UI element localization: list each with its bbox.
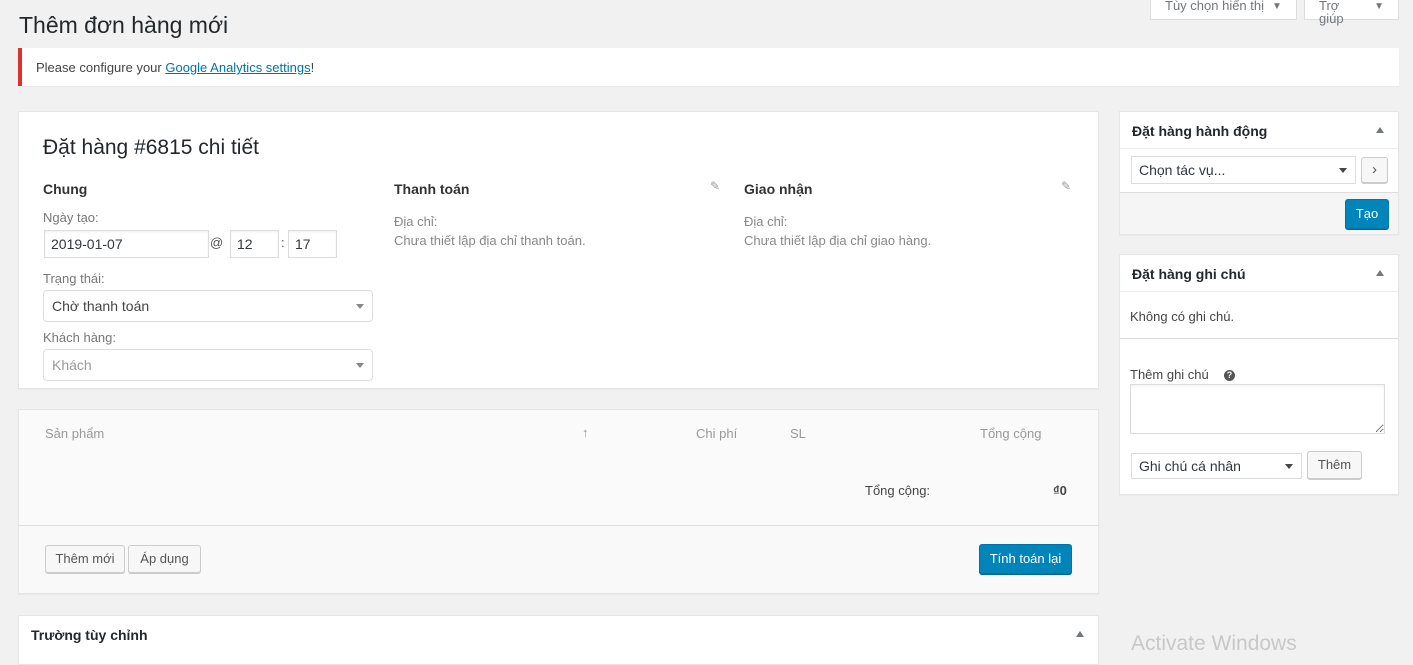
page-title: Thêm đơn hàng mới bbox=[19, 12, 229, 38]
apply-coupon-button[interactable]: Áp dụng bbox=[128, 545, 201, 573]
shipping-address-value: Chưa thiết lập địa chỉ giao hàng. bbox=[744, 233, 932, 248]
customer-placeholder: Khách bbox=[52, 357, 92, 373]
status-label: Trạng thái: bbox=[43, 271, 105, 286]
shipping-heading: Giao nhận bbox=[744, 181, 813, 197]
order-action-go-button[interactable]: › bbox=[1361, 157, 1388, 183]
at-separator: @ bbox=[210, 235, 224, 250]
help-label: Trợ giúp bbox=[1319, 0, 1344, 26]
notice-text: Please configure your bbox=[36, 60, 166, 75]
order-actions-panel: Đặt hàng hành động Chọn tác vụ... › Tạo bbox=[1119, 111, 1399, 235]
col-total: Tổng cộng bbox=[980, 426, 1042, 441]
edit-shipping-pencil-icon[interactable]: ✎ bbox=[1061, 179, 1071, 193]
billing-address-label: Địa chỉ: bbox=[394, 214, 438, 229]
caret-down-icon: ▼ bbox=[1374, 1, 1384, 12]
collapse-toggle-icon[interactable] bbox=[1076, 631, 1084, 637]
col-cost: Chi phí bbox=[696, 426, 738, 441]
chevron-down-icon bbox=[1339, 168, 1347, 173]
divider bbox=[1120, 338, 1398, 339]
custom-fields-panel: Trường tùy chỉnh bbox=[18, 615, 1099, 665]
custom-fields-heading[interactable]: Trường tùy chỉnh bbox=[31, 627, 148, 643]
status-select[interactable]: Chờ thanh toán bbox=[43, 290, 373, 322]
screen-options-label: Tùy chọn hiển thị bbox=[1165, 0, 1265, 13]
chevron-down-icon bbox=[356, 363, 364, 368]
hour-input[interactable]: 12 bbox=[230, 230, 279, 258]
recalculate-button[interactable]: Tính toán lại bbox=[979, 544, 1072, 574]
note-textarea[interactable] bbox=[1130, 384, 1385, 434]
date-created-label: Ngày tạo: bbox=[43, 210, 99, 225]
caret-down-icon: ▼ bbox=[1272, 1, 1282, 12]
time-colon: : bbox=[281, 235, 285, 250]
customer-label: Khách hàng: bbox=[43, 330, 117, 345]
note-type-value: Ghi chú cá nhân bbox=[1139, 458, 1241, 474]
date-created-input[interactable]: 2019-01-07 bbox=[44, 230, 209, 258]
add-note-button[interactable]: Thêm bbox=[1307, 451, 1362, 479]
customer-select[interactable]: Khách bbox=[43, 349, 373, 381]
order-action-select[interactable]: Chọn tác vụ... bbox=[1131, 156, 1356, 184]
chevron-down-icon bbox=[1285, 464, 1293, 469]
shipping-address-label: Địa chỉ: bbox=[744, 214, 788, 229]
note-type-select[interactable]: Ghi chú cá nhân bbox=[1131, 453, 1302, 479]
create-order-button[interactable]: Tạo bbox=[1345, 199, 1389, 229]
billing-address-value: Chưa thiết lập địa chỉ thanh toán. bbox=[394, 233, 586, 248]
order-action-value: Chọn tác vụ... bbox=[1139, 162, 1226, 178]
chevron-down-icon bbox=[356, 304, 364, 309]
screen-options-toggle[interactable]: Tùy chọn hiển thị ▼ bbox=[1150, 0, 1297, 20]
col-qty: SL bbox=[790, 426, 806, 441]
order-total-label: Tổng cộng: bbox=[865, 483, 931, 498]
help-icon[interactable]: ? bbox=[1224, 370, 1235, 381]
order-total-value: ₫0 bbox=[1053, 483, 1067, 498]
sort-arrow-icon[interactable]: ↑ bbox=[582, 425, 589, 440]
activate-windows-watermark: Activate Windows bbox=[1131, 632, 1297, 655]
no-notes-text: Không có ghi chú. bbox=[1130, 309, 1235, 324]
order-items-panel: Sản phẩm ↑ Chi phí SL Tổng cộng Tổng cộn… bbox=[18, 409, 1099, 594]
add-note-label: Thêm ghi chú bbox=[1130, 367, 1209, 382]
order-heading: Đặt hàng #6815 chi tiết bbox=[43, 136, 259, 159]
help-toggle[interactable]: Trợ giúp ▼ bbox=[1304, 0, 1399, 25]
edit-billing-pencil-icon[interactable]: ✎ bbox=[710, 179, 720, 193]
collapse-toggle-icon[interactable] bbox=[1376, 127, 1384, 133]
notice-text-end: ! bbox=[310, 60, 315, 75]
minute-input[interactable]: 17 bbox=[288, 230, 337, 258]
collapse-toggle-icon[interactable] bbox=[1376, 270, 1384, 276]
order-data-panel: Đặt hàng #6815 chi tiết Chung Ngày tạo: … bbox=[18, 111, 1099, 389]
analytics-notice: Please configure your Google Analytics s… bbox=[18, 48, 1399, 86]
col-product[interactable]: Sản phẩm bbox=[45, 426, 104, 441]
analytics-settings-link[interactable]: Google Analytics settings bbox=[165, 60, 310, 75]
order-actions-heading[interactable]: Đặt hàng hành động bbox=[1132, 123, 1267, 139]
status-value: Chờ thanh toán bbox=[52, 298, 150, 314]
order-notes-panel: Đặt hàng ghi chú Không có ghi chú. Thêm … bbox=[1119, 254, 1399, 495]
billing-heading: Thanh toán bbox=[394, 181, 470, 197]
add-item-button[interactable]: Thêm mới bbox=[45, 545, 125, 573]
divider bbox=[1120, 148, 1398, 149]
general-heading: Chung bbox=[43, 181, 88, 197]
divider bbox=[1120, 291, 1398, 292]
order-notes-heading[interactable]: Đặt hàng ghi chú bbox=[1132, 266, 1246, 282]
